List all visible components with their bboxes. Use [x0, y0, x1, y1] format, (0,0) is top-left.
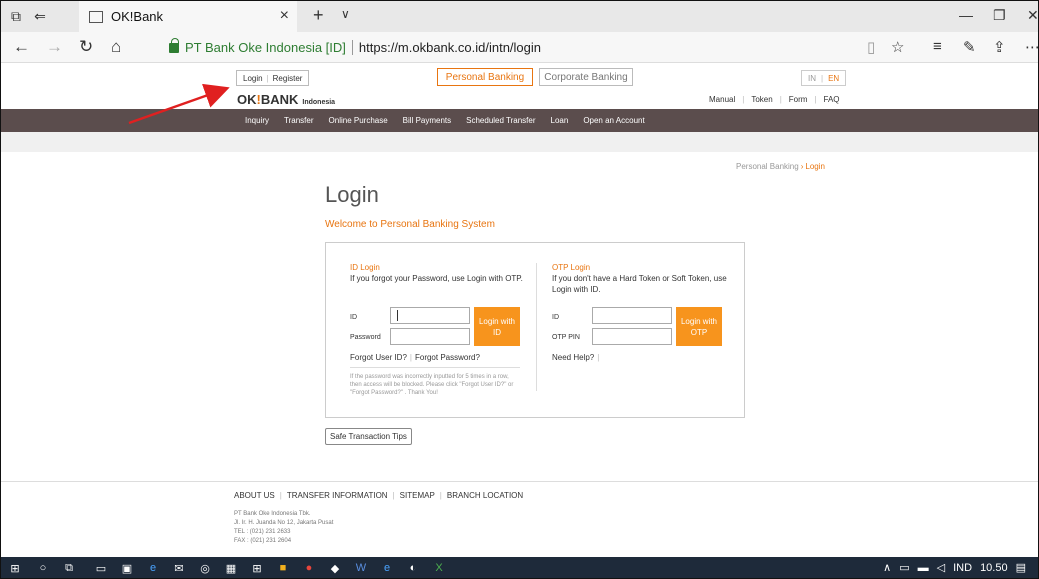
battery-icon[interactable]: ▬ — [918, 562, 929, 574]
notification-icon[interactable]: ▤ — [1016, 561, 1026, 574]
input-language[interactable]: IND — [953, 562, 972, 574]
windows-start-icon[interactable]: ⊞ — [7, 560, 23, 576]
folder-icon[interactable]: ■ — [275, 560, 291, 576]
windows-taskbar: ⊞ ○ ⧉ ▭ ▣ e ✉ ◎ ▦ ⊞ ■ ● ◆ W e ◐ X ∧ ▭ ▬ … — [1, 557, 1038, 578]
app-icon[interactable]: ◎ — [197, 560, 213, 576]
word-icon[interactable]: W — [353, 560, 369, 576]
app-icon[interactable]: ◐ — [405, 560, 421, 576]
desktop-icon[interactable]: ▭ — [93, 560, 109, 576]
app-icon[interactable]: ▦ — [223, 560, 239, 576]
red-arrow-annotation — [128, 83, 230, 125]
search-icon[interactable]: ○ — [35, 560, 51, 576]
store-icon[interactable]: ▣ — [119, 560, 135, 576]
volume-icon[interactable]: ◁ — [937, 561, 945, 574]
edge-active-icon[interactable]: e — [379, 560, 395, 576]
screen: ⧉ ⇐ OK!Bank × + ∨ — ❐ ✕ ← → ↻ ⌂ PT Bank … — [0, 0, 1039, 579]
network-app-icon[interactable]: ⊞ — [249, 560, 265, 576]
task-view-icon[interactable]: ⧉ — [61, 560, 77, 576]
chrome-icon[interactable]: ● — [301, 560, 317, 576]
network-icon[interactable]: ▭ — [899, 561, 909, 574]
excel-icon[interactable]: X — [431, 560, 447, 576]
mail-icon[interactable]: ✉ — [171, 560, 187, 576]
edge-icon[interactable]: e — [145, 560, 161, 576]
clock[interactable]: 10.50 — [980, 562, 1008, 574]
tray-chevron-icon[interactable]: ∧ — [883, 561, 891, 574]
app-icon[interactable]: ◆ — [327, 560, 343, 576]
system-tray: ∧ ▭ ▬ ◁ IND 10.50 ▤ — [883, 561, 1026, 575]
